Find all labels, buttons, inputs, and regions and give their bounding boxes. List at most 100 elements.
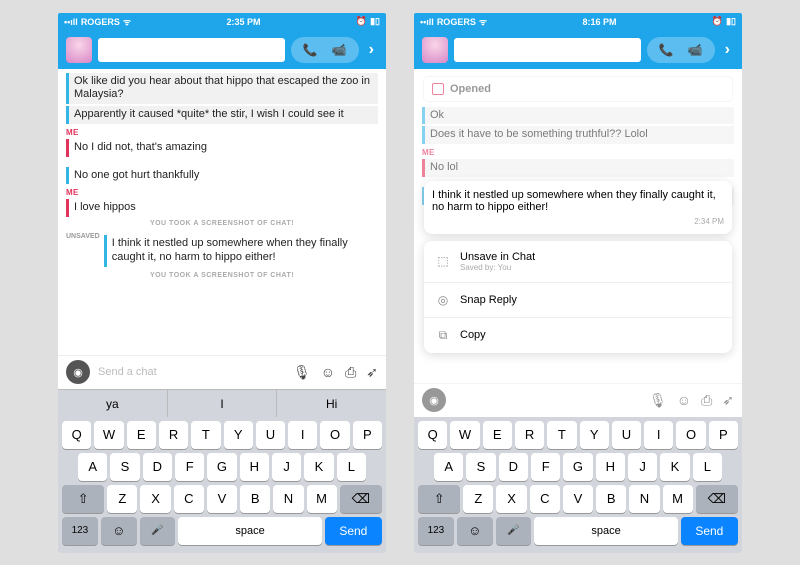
msg-me[interactable]: No lol — [422, 159, 734, 177]
emoji-icon[interactable]: ☺ — [677, 392, 691, 409]
camera-button[interactable]: ◉ — [422, 388, 446, 412]
chevron-right-icon[interactable]: › — [365, 41, 378, 59]
key-o[interactable]: O — [676, 421, 705, 449]
msg-friend[interactable]: No one got hurt thankfully — [66, 167, 378, 185]
friend-name-box[interactable] — [454, 38, 641, 62]
key-shift[interactable]: ⇧ — [418, 485, 460, 513]
key-n[interactable]: N — [273, 485, 303, 513]
key-g[interactable]: G — [563, 453, 592, 481]
key-i[interactable]: I — [288, 421, 317, 449]
key-e[interactable]: E — [127, 421, 156, 449]
key-y[interactable]: Y — [224, 421, 253, 449]
video-icon[interactable]: 📹 — [332, 43, 347, 57]
key-x[interactable]: X — [140, 485, 170, 513]
msg-me[interactable]: I love hippos — [66, 199, 378, 217]
predict-word[interactable]: ya — [58, 390, 168, 417]
key-l[interactable]: L — [337, 453, 366, 481]
key-j[interactable]: J — [272, 453, 301, 481]
key-c[interactable]: C — [174, 485, 204, 513]
opened-indicator[interactable]: Opened — [424, 77, 732, 101]
key-v[interactable]: V — [207, 485, 237, 513]
msg-friend[interactable]: Apparently it caused *quite* the stir, I… — [66, 106, 378, 124]
gallery-icon[interactable]: ⎙ — [345, 364, 356, 381]
key-n[interactable]: N — [629, 485, 659, 513]
key-x[interactable]: X — [496, 485, 526, 513]
key-m[interactable]: M — [663, 485, 693, 513]
key-c[interactable]: C — [530, 485, 560, 513]
chevron-right-icon[interactable]: › — [721, 41, 734, 59]
key-b[interactable]: B — [240, 485, 270, 513]
msg-friend[interactable]: Does it have to be something truthful?? … — [422, 126, 734, 144]
key-emoji[interactable]: ☺ — [457, 517, 493, 545]
key-s[interactable]: S — [110, 453, 139, 481]
key-m[interactable]: M — [307, 485, 337, 513]
avatar[interactable] — [66, 37, 92, 63]
key-r[interactable]: R — [159, 421, 188, 449]
key-p[interactable]: P — [709, 421, 738, 449]
key-o[interactable]: O — [320, 421, 349, 449]
key-send[interactable]: Send — [325, 517, 382, 545]
camera-button[interactable]: ◉ — [66, 360, 90, 384]
mic-icon[interactable]: 🎙 — [293, 364, 311, 381]
emoji-icon[interactable]: ☺ — [321, 364, 335, 381]
key-z[interactable]: Z — [463, 485, 493, 513]
key-v[interactable]: V — [563, 485, 593, 513]
msg-me[interactable]: No I did not, that's amazing — [66, 139, 378, 157]
predict-word[interactable]: Hi — [277, 390, 386, 417]
key-a[interactable]: A — [78, 453, 107, 481]
rocket-icon[interactable]: ➶ — [722, 392, 734, 409]
key-d[interactable]: D — [499, 453, 528, 481]
key-z[interactable]: Z — [107, 485, 137, 513]
key-j[interactable]: J — [628, 453, 657, 481]
key-send[interactable]: Send — [681, 517, 738, 545]
key-r[interactable]: R — [515, 421, 544, 449]
key-delete[interactable]: ⌫ — [696, 485, 738, 513]
key-u[interactable]: U — [256, 421, 285, 449]
msg-friend[interactable]: Ok — [422, 107, 734, 125]
mic-icon[interactable]: 🎙 — [649, 392, 667, 409]
msg-friend[interactable]: Ok like did you hear about that hippo th… — [66, 73, 378, 105]
key-emoji[interactable]: ☺ — [101, 517, 137, 545]
phone-icon[interactable]: 📞 — [303, 43, 318, 57]
key-a[interactable]: A — [434, 453, 463, 481]
predict-word[interactable]: I — [168, 390, 278, 417]
key-t[interactable]: T — [191, 421, 220, 449]
key-e[interactable]: E — [483, 421, 512, 449]
menu-snap-reply[interactable]: ◎ Snap Reply — [424, 283, 732, 318]
key-k[interactable]: K — [304, 453, 333, 481]
key-w[interactable]: W — [94, 421, 123, 449]
key-t[interactable]: T — [547, 421, 576, 449]
key-mic[interactable]: 🎤 — [496, 517, 532, 545]
key-y[interactable]: Y — [580, 421, 609, 449]
key-w[interactable]: W — [450, 421, 479, 449]
gallery-icon[interactable]: ⎙ — [701, 392, 712, 409]
key-f[interactable]: F — [175, 453, 204, 481]
chat-input[interactable]: Send a chat — [98, 366, 285, 378]
key-k[interactable]: K — [660, 453, 689, 481]
video-icon[interactable]: 📹 — [688, 43, 703, 57]
menu-copy[interactable]: ⧉ Copy — [424, 318, 732, 353]
key-q[interactable]: Q — [418, 421, 447, 449]
key-space[interactable]: space — [178, 517, 321, 545]
chat-scroll[interactable]: Ok like did you hear about that hippo th… — [58, 69, 386, 355]
msg-friend[interactable]: I think it nestled up somewhere when the… — [104, 235, 378, 267]
friend-name-box[interactable] — [98, 38, 285, 62]
key-space[interactable]: space — [534, 517, 677, 545]
key-shift[interactable]: ⇧ — [62, 485, 104, 513]
key-g[interactable]: G — [207, 453, 236, 481]
key-123[interactable]: 123 — [418, 517, 454, 545]
key-u[interactable]: U — [612, 421, 641, 449]
key-p[interactable]: P — [353, 421, 382, 449]
key-d[interactable]: D — [143, 453, 172, 481]
key-i[interactable]: I — [644, 421, 673, 449]
key-f[interactable]: F — [531, 453, 560, 481]
key-h[interactable]: H — [596, 453, 625, 481]
avatar[interactable] — [422, 37, 448, 63]
key-q[interactable]: Q — [62, 421, 91, 449]
key-b[interactable]: B — [596, 485, 626, 513]
key-delete[interactable]: ⌫ — [340, 485, 382, 513]
key-h[interactable]: H — [240, 453, 269, 481]
phone-icon[interactable]: 📞 — [659, 43, 674, 57]
rocket-icon[interactable]: ➶ — [366, 364, 378, 381]
key-mic[interactable]: 🎤 — [140, 517, 176, 545]
